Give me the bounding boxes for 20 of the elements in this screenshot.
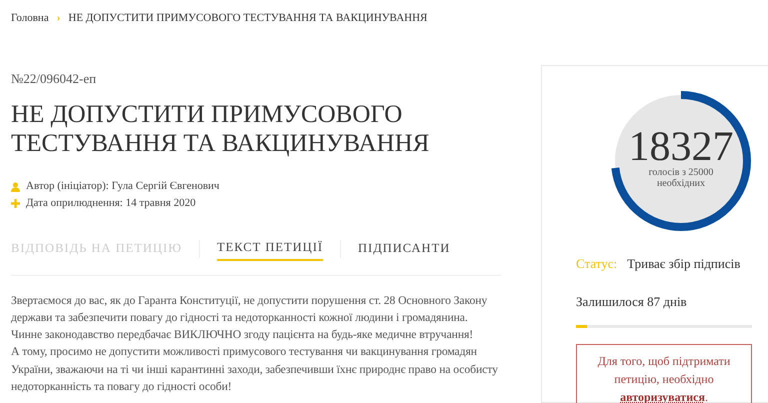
breadcrumb-home-link[interactable]: Головна <box>11 10 49 26</box>
petition-tab[interactable]: ПІДПИСАНТИ <box>358 239 450 260</box>
meta-text: Автор (ініціатор): Гула Сергій Євгенович <box>26 179 220 194</box>
breadcrumb-current: НЕ ДОПУСТИТИ ПРИМУСОВОГО ТЕСТУВАННЯ ТА ВАКЦИНУВАННЯ <box>68 11 428 26</box>
person-icon <box>11 182 20 192</box>
status-value: Триває збір підписів <box>627 255 740 273</box>
petition-paragraph: А тому, просимо не допустити можливості примусового тестування чи вакцинування громадян України, зважаючи на ті чи інші карантинні заходи, забезпечивши їхнє природнє право на особисту недоторканність та повагу до гідності особи! <box>11 344 499 395</box>
breadcrumb-separator: › <box>56 11 60 26</box>
votes-caption: голосів з 25000 <box>648 167 714 178</box>
votes-caption: необхідних <box>656 178 706 189</box>
days-remaining: Залишилося 87 днів <box>576 292 688 310</box>
petition-paragraph: Чинне законодавство передбачає ВИКЛЮЧНО згоду пацієнта на будь-яке медичне втручання! <box>11 327 474 344</box>
meta-text: Дата оприлюднення: 14 травня 2020 <box>26 196 196 212</box>
petition-paragraph: Звертаємося до вас, як до Гаранта Конституції, не допустити порушення ст. 28 Основного Закону держави та забезпечити повагу до гідності та недоторканності кожної людини і громадянина. <box>11 292 488 326</box>
votes-count: 18327 <box>628 127 734 167</box>
petition-tab[interactable]: ТЕКСТ ПЕТИЦІЇ <box>216 238 324 261</box>
plus-icon <box>11 199 20 208</box>
status-label: Статус: <box>576 255 618 273</box>
petition-title: НЕ ДОПУСТИТИ ПРИМУСОВОГО ТЕСТУВАННЯ ТА ВАКЦИНУВАННЯ <box>11 100 430 158</box>
petition-number: №22/096042-еп <box>11 70 98 88</box>
